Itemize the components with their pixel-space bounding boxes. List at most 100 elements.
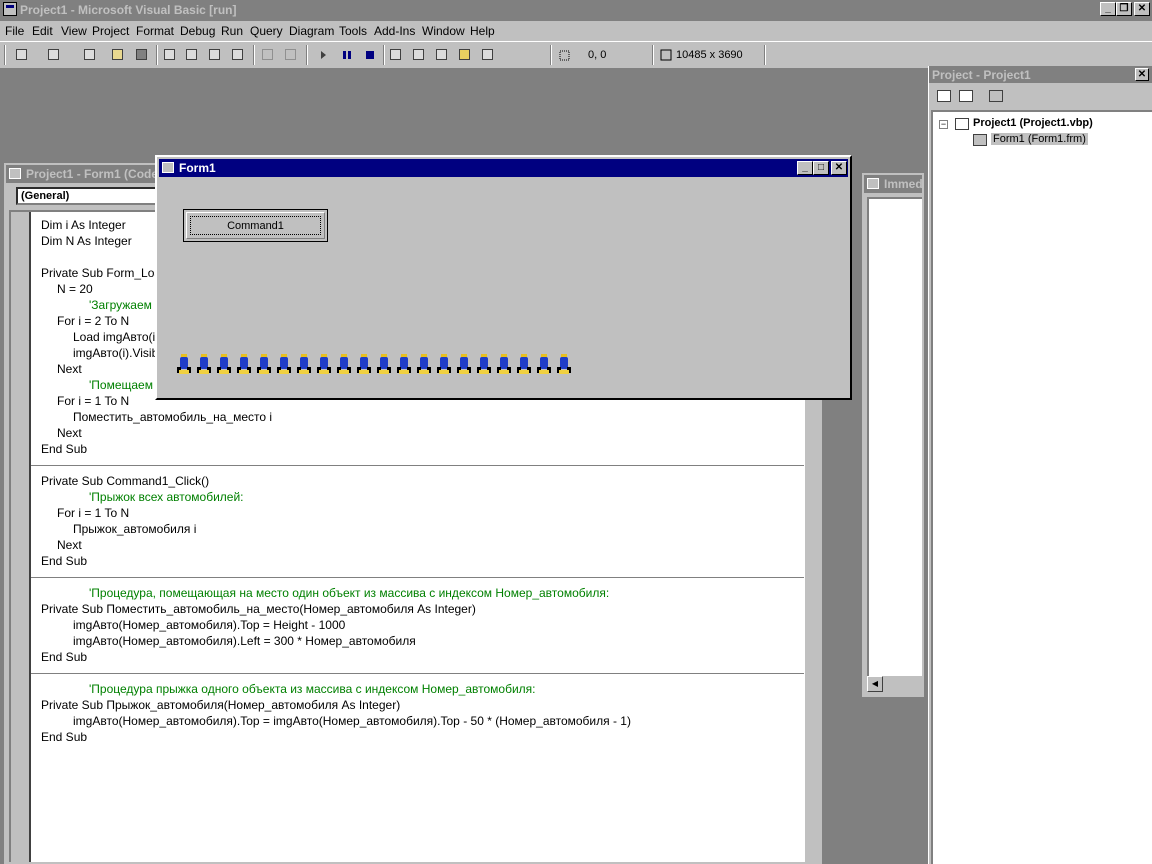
minimize-button[interactable]: _ xyxy=(1100,2,1116,16)
immediate-window-title-bar[interactable]: Immediate xyxy=(864,175,922,193)
code-line[interactable]: Private Sub Поместить_автомобиль_на_мест… xyxy=(41,601,804,617)
paste-icon[interactable] xyxy=(207,47,223,63)
code-line[interactable]: Поместить_автомобиль_на_место i xyxy=(41,409,804,425)
code-margin-indicator[interactable] xyxy=(11,212,31,862)
menu-help[interactable]: Help xyxy=(470,24,495,38)
toolbox-icon[interactable] xyxy=(480,47,496,63)
form1-title: Form1 xyxy=(179,161,216,175)
code-comment-line[interactable]: 'Прыжок всех автомобилей: xyxy=(41,489,804,505)
menu-editor-icon[interactable] xyxy=(82,47,98,63)
code-comment-line[interactable]: 'Процедура прыжка одного объекта из масс… xyxy=(41,681,804,697)
car-icon xyxy=(337,354,351,376)
car-icon xyxy=(517,354,531,376)
menu-project[interactable]: Project xyxy=(92,24,129,38)
code-comment-line[interactable]: 'Процедура, помещающая на место один объ… xyxy=(41,585,804,601)
menu-query[interactable]: Query xyxy=(250,24,283,38)
form1-title-bar[interactable]: Form1 _ □ ✕ xyxy=(159,159,848,177)
car-icon xyxy=(457,354,471,376)
add-project-icon[interactable] xyxy=(14,47,30,63)
copy-icon[interactable] xyxy=(184,47,200,63)
menu-format[interactable]: Format xyxy=(136,24,174,38)
menu-window[interactable]: Window xyxy=(422,24,465,38)
scroll-left-arrow-icon[interactable]: ◀ xyxy=(867,676,883,692)
toolbar-separator xyxy=(306,45,308,65)
form-layout-icon[interactable] xyxy=(434,47,450,63)
form1-minimize-button[interactable]: _ xyxy=(797,161,813,175)
code-line[interactable]: For i = 1 To N xyxy=(41,505,804,521)
code-line[interactable]: imgАвто(Номер_автомобиля).Top = imgАвто(… xyxy=(41,713,804,729)
code-window-title: Project1 - Form1 (Code) xyxy=(26,167,163,181)
save-project-icon[interactable] xyxy=(134,47,150,63)
code-line[interactable]: End Sub xyxy=(41,441,804,457)
menu-tools[interactable]: Tools xyxy=(339,24,367,38)
add-form-icon[interactable] xyxy=(46,47,62,63)
car-icon xyxy=(377,354,391,376)
vb-app-icon[interactable] xyxy=(3,2,17,16)
car-icon xyxy=(557,354,571,376)
car-icon xyxy=(437,354,451,376)
project-explorer-icon[interactable] xyxy=(388,47,404,63)
command1-button[interactable]: Command1 xyxy=(183,209,328,242)
car-icon xyxy=(317,354,331,376)
break-icon[interactable] xyxy=(339,47,355,63)
menu-debug[interactable]: Debug xyxy=(180,24,215,38)
form1-window[interactable]: Form1 _ □ ✕ Command1 xyxy=(155,155,852,400)
app-title-bar[interactable]: Project1 - Microsoft Visual Basic [run] … xyxy=(0,0,1152,20)
cut-icon[interactable] xyxy=(162,47,178,63)
properties-window-icon[interactable] xyxy=(411,47,427,63)
car-icon xyxy=(477,354,491,376)
car-icon xyxy=(357,354,371,376)
project-explorer-title-bar[interactable]: Project - Project1 ✕ xyxy=(929,66,1152,83)
end-icon[interactable] xyxy=(362,47,378,63)
position-icon xyxy=(556,47,572,63)
project-explorer-toolbar xyxy=(931,85,1150,109)
code-line[interactable]: imgАвто(Номер_автомобиля).Left = 300 * Н… xyxy=(41,633,804,649)
view-object-icon[interactable] xyxy=(959,90,973,102)
code-line[interactable]: End Sub xyxy=(41,729,804,745)
toolbar-separator xyxy=(550,45,552,65)
project-explorer-close-button[interactable]: ✕ xyxy=(1135,68,1149,81)
menu-run[interactable]: Run xyxy=(221,24,243,38)
code-line[interactable]: Прыжок_автомобиля i xyxy=(41,521,804,537)
tree-form-node[interactable]: Form1 (Form1.frm) xyxy=(991,133,1088,145)
menu-edit[interactable]: Edit xyxy=(32,24,53,38)
size-readout: 10485 x 3690 xyxy=(676,49,743,61)
car-icon xyxy=(497,354,511,376)
start-icon[interactable] xyxy=(316,47,332,63)
find-icon[interactable] xyxy=(230,47,246,63)
immediate-input[interactable] xyxy=(867,197,922,681)
close-button[interactable]: ✕ xyxy=(1134,2,1150,16)
immediate-window-title: Immediate xyxy=(884,177,923,191)
restore-button[interactable]: ❐ xyxy=(1116,2,1132,16)
redo-icon[interactable] xyxy=(283,47,299,63)
form1-close-button[interactable]: ✕ xyxy=(831,161,847,175)
toggle-folders-icon[interactable] xyxy=(989,90,1003,102)
code-line[interactable]: Private Sub Прыжок_автомобиля(Номер_авто… xyxy=(41,697,804,713)
immediate-window[interactable]: Immediate ◀ xyxy=(862,173,924,697)
menu-diagram[interactable]: Diagram xyxy=(289,24,334,38)
toolbar-separator xyxy=(253,45,255,65)
object-combo-value: (General) xyxy=(21,190,70,202)
menu-addins[interactable]: Add-Ins xyxy=(374,24,415,38)
undo-icon[interactable] xyxy=(260,47,276,63)
project-tree[interactable]: − Project1 (Project1.vbp) Form1 (Form1.f… xyxy=(931,110,1152,864)
code-line[interactable]: Private Sub Command1_Click() xyxy=(41,473,804,489)
code-line[interactable]: Next xyxy=(41,425,804,441)
view-code-icon[interactable] xyxy=(937,90,951,102)
code-line[interactable]: End Sub xyxy=(41,649,804,665)
menu-view[interactable]: View xyxy=(61,24,87,38)
car-icon xyxy=(417,354,431,376)
collapse-icon[interactable]: − xyxy=(939,120,948,129)
immediate-horizontal-scrollbar[interactable]: ◀ xyxy=(867,676,922,692)
tree-project-node[interactable]: Project1 (Project1.vbp) xyxy=(973,117,1093,129)
code-line[interactable]: imgАвто(Номер_автомобиля).Top = Height -… xyxy=(41,617,804,633)
project-explorer[interactable]: Project - Project1 ✕ − Project1 (Project… xyxy=(928,66,1152,864)
open-project-icon[interactable] xyxy=(110,47,126,63)
menu-file[interactable]: File xyxy=(5,24,24,38)
car-icon xyxy=(177,354,191,376)
code-line[interactable]: Next xyxy=(41,537,804,553)
form1-maximize-button[interactable]: □ xyxy=(813,161,829,175)
code-line[interactable]: End Sub xyxy=(41,553,804,569)
car-icon xyxy=(237,354,251,376)
object-browser-icon[interactable] xyxy=(457,47,473,63)
